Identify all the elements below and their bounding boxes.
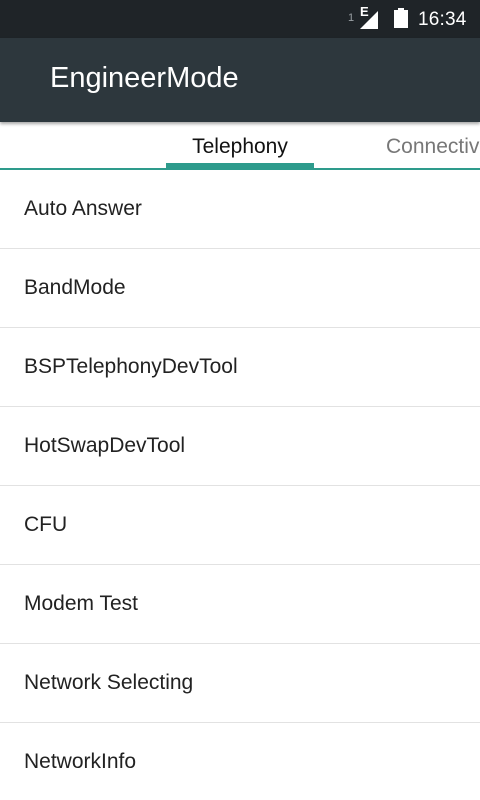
- list-item-label: HotSwapDevTool: [24, 434, 186, 457]
- tab-telephony[interactable]: Telephony: [166, 122, 314, 168]
- list-item-network-info[interactable]: NetworkInfo: [0, 723, 480, 800]
- list-item-label: Auto Answer: [24, 197, 142, 220]
- telephony-list: Auto Answer BandMode BSPTelephonyDevTool…: [0, 170, 480, 800]
- sim-slot-indicator: 1: [348, 12, 355, 24]
- selected-tab-indicator: [166, 163, 314, 168]
- list-item-hot-swap-dev-tool[interactable]: HotSwapDevTool: [0, 407, 480, 486]
- list-item-label: BandMode: [24, 276, 126, 299]
- list-item-network-selecting[interactable]: Network Selecting: [0, 644, 480, 723]
- tab-connectivity[interactable]: Connectiv: [386, 122, 479, 168]
- list-item-label: Modem Test: [24, 592, 138, 615]
- list-item-auto-answer[interactable]: Auto Answer: [0, 170, 480, 249]
- battery-icon: [394, 8, 408, 28]
- app-bar: EngineerMode: [0, 38, 480, 122]
- list-item-modem-test[interactable]: Modem Test: [0, 565, 480, 644]
- list-item-label: Network Selecting: [24, 671, 194, 694]
- list-item-bandmode[interactable]: BandMode: [0, 249, 480, 328]
- status-bar: 1 E 16:34: [0, 0, 480, 38]
- tab-strip: Telephony Connectiv: [0, 122, 480, 170]
- network-type-indicator: E: [360, 4, 369, 19]
- list-item-bsp-telephony-dev-tool[interactable]: BSPTelephonyDevTool: [0, 328, 480, 407]
- status-clock: 16:34: [418, 9, 467, 30]
- list-item-cfu[interactable]: CFU: [0, 486, 480, 565]
- list-item-label: BSPTelephonyDevTool: [24, 355, 238, 378]
- list-item-label: CFU: [24, 513, 68, 536]
- screen: 1 E 16:34 EngineerMode Telephony Connect…: [0, 0, 480, 800]
- app-title: EngineerMode: [50, 62, 239, 94]
- list-item-label: NetworkInfo: [24, 750, 137, 773]
